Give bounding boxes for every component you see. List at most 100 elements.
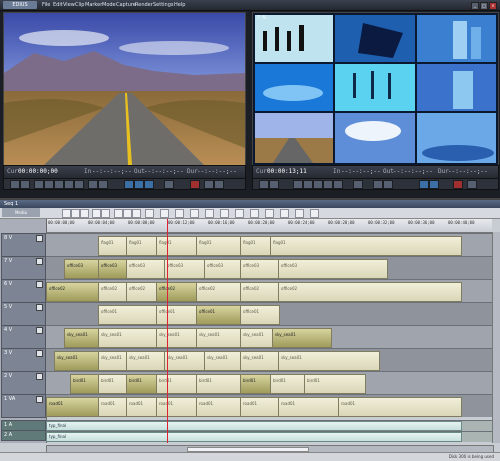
split-icon[interactable]: [220, 209, 229, 218]
menu-icon[interactable]: [204, 180, 214, 189]
clip[interactable]: sky_sea01: [54, 351, 100, 371]
clip[interactable]: office02: [126, 282, 158, 302]
clip[interactable]: sky_sea01: [278, 351, 380, 371]
paste-icon[interactable]: [132, 209, 141, 218]
audio-clip[interactable]: typ_final: [46, 432, 462, 442]
clip[interactable]: bird01: [126, 374, 158, 394]
open-icon[interactable]: [71, 209, 80, 218]
track-lane-1a[interactable]: typ_final: [46, 420, 492, 431]
undo-icon[interactable]: [92, 209, 101, 218]
media-tab[interactable]: Media: [2, 208, 40, 217]
replace-icon[interactable]: [144, 180, 154, 189]
effects-icon[interactable]: [280, 209, 289, 218]
clip[interactable]: office02: [46, 282, 100, 302]
menu-help[interactable]: Help: [174, 0, 185, 10]
loop-icon[interactable]: [88, 180, 98, 189]
recorder-monitor[interactable]: 7 %: [252, 12, 499, 166]
clip[interactable]: office01: [156, 305, 198, 325]
mixer-icon[interactable]: [265, 209, 274, 218]
capture-icon[interactable]: [190, 180, 200, 189]
new-sequence-icon[interactable]: [62, 209, 71, 218]
track-lane-7v[interactable]: office03 office03 office03 office03 offi…: [46, 256, 492, 279]
clip[interactable]: flag01: [156, 236, 198, 256]
clip[interactable]: road01: [156, 397, 198, 417]
clip[interactable]: bird01: [196, 374, 242, 394]
step-forward-icon[interactable]: [64, 180, 74, 189]
clip[interactable]: sky_sea01: [98, 328, 158, 348]
step-back-icon[interactable]: [44, 180, 54, 189]
close-icon[interactable]: ×: [489, 2, 497, 10]
recorder-out-timecode[interactable]: --:--:--;--: [393, 166, 433, 178]
rec-step-back-icon[interactable]: [303, 180, 313, 189]
track-visibility-icon[interactable]: [36, 281, 43, 288]
clip[interactable]: sky_sea01: [240, 351, 280, 371]
menu-capture[interactable]: Capture: [116, 0, 136, 10]
ripple-icon[interactable]: [160, 209, 169, 218]
clip[interactable]: flag01: [126, 236, 158, 256]
clip[interactable]: office02: [98, 282, 128, 302]
audio-clip[interactable]: typ_final: [46, 421, 462, 431]
clip[interactable]: office01: [98, 305, 158, 325]
clip[interactable]: sky_sea01: [126, 351, 166, 371]
track-lane-6v[interactable]: office02 office02 office02 office02 offi…: [46, 279, 492, 302]
play-icon[interactable]: [54, 180, 64, 189]
player-monitor[interactable]: [3, 12, 246, 166]
delete-icon[interactable]: [145, 209, 154, 218]
menu-file[interactable]: File: [42, 0, 50, 10]
track-header-5v[interactable]: 5 V: [1, 302, 46, 326]
rec-set-out-icon[interactable]: [269, 180, 279, 189]
clip[interactable]: sky_sea01: [204, 351, 242, 371]
menu-render[interactable]: Render: [135, 0, 153, 10]
track-visibility-icon[interactable]: [36, 327, 43, 334]
track-lane-5v[interactable]: office01 office01 office01 office01: [46, 302, 492, 325]
track-header-6v[interactable]: 6 V: [1, 279, 46, 303]
zoom-icon[interactable]: [235, 209, 244, 218]
track-lane-2a[interactable]: typ_final: [46, 431, 492, 442]
clip[interactable]: bird01: [156, 374, 198, 394]
player-timecode[interactable]: 00:00:00;00: [18, 166, 58, 178]
player-in-timecode[interactable]: --:--:--;--: [92, 166, 132, 178]
rec-fast-forward-icon[interactable]: [333, 180, 343, 189]
rec-export-icon[interactable]: [419, 180, 429, 189]
insert-icon[interactable]: [124, 180, 134, 189]
set-in-icon[interactable]: [10, 180, 20, 189]
rec-set-in-icon[interactable]: [259, 180, 269, 189]
track-header-4v[interactable]: 4 V: [1, 325, 46, 349]
bin-icon[interactable]: [295, 209, 304, 218]
timeline-ruler[interactable]: 00:00:00;00 00:00:04;00 00:00:08;00 00:0…: [46, 219, 492, 233]
clip[interactable]: sky_sea01: [164, 351, 206, 371]
track-lane-2v[interactable]: bird01 bird01 bird01 bird01 bird01 bird0…: [46, 371, 492, 394]
track-visibility-icon[interactable]: [36, 373, 43, 380]
match-frame-icon[interactable]: [164, 180, 174, 189]
clip[interactable]: office01: [240, 305, 280, 325]
track-visibility-icon[interactable]: [36, 235, 43, 242]
menu-marker[interactable]: Marker: [85, 0, 102, 10]
rec-record-icon[interactable]: [453, 180, 463, 189]
clip[interactable]: sky_sea01: [156, 328, 198, 348]
rec-menu-icon[interactable]: [467, 180, 477, 189]
clip[interactable]: sky_sea01: [240, 328, 274, 348]
marker-icon[interactable]: [205, 209, 214, 218]
recorder-in-timecode[interactable]: --:--:--;--: [341, 166, 381, 178]
save-icon[interactable]: [80, 209, 89, 218]
track-lane-8v[interactable]: flag01 flag01 flag01 flag01 flag01 flag0…: [46, 233, 492, 256]
clip[interactable]: bird01: [70, 374, 100, 394]
clip[interactable]: flag01: [240, 236, 272, 256]
settings-icon[interactable]: [214, 180, 224, 189]
clip[interactable]: office03: [64, 259, 100, 279]
clip[interactable]: sky_sea01: [196, 328, 242, 348]
clip[interactable]: office02: [240, 282, 280, 302]
clip[interactable]: office03: [126, 259, 166, 279]
clip[interactable]: office02: [278, 282, 462, 302]
clip[interactable]: road01: [278, 397, 340, 417]
clip[interactable]: sky_sea01: [98, 351, 128, 371]
track-visibility-icon[interactable]: [36, 350, 43, 357]
clip[interactable]: road01: [98, 397, 128, 417]
overwrite-icon[interactable]: [134, 180, 144, 189]
menu-edit[interactable]: Edit: [53, 0, 63, 10]
track-header-8v[interactable]: 8 V: [1, 233, 46, 257]
clip[interactable]: office03: [164, 259, 206, 279]
rec-next-edit-icon[interactable]: [383, 180, 393, 189]
clip[interactable]: office02: [196, 282, 242, 302]
clip[interactable]: road01: [338, 397, 462, 417]
